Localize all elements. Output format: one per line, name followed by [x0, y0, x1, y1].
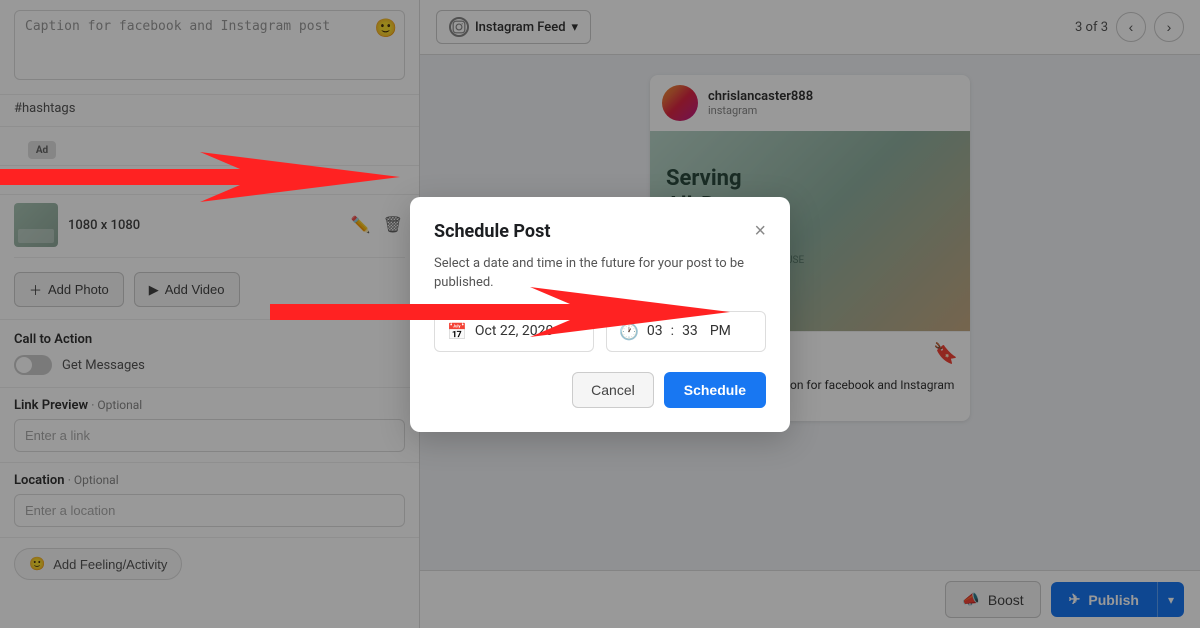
modal-header: Schedule Post × — [434, 221, 766, 242]
modal-title: Schedule Post — [434, 221, 550, 242]
time-separator: : — [671, 323, 674, 339]
clock-icon: 🕐 — [619, 322, 639, 341]
schedule-post-modal: Schedule Post × Select a date and time i… — [410, 197, 790, 432]
date-value: Oct 22, 2020 — [475, 323, 553, 339]
calendar-icon: 📅 — [447, 322, 467, 341]
schedule-button[interactable]: Schedule — [664, 372, 766, 408]
modal-fields: 📅 Oct 22, 2020 🕐 03 : 33 PM — [434, 311, 766, 352]
date-picker[interactable]: 📅 Oct 22, 2020 — [434, 311, 594, 352]
modal-footer: Cancel Schedule — [434, 372, 766, 408]
modal-description: Select a date and time in the future for… — [434, 254, 766, 293]
time-picker[interactable]: 🕐 03 : 33 PM — [606, 311, 766, 352]
cancel-button[interactable]: Cancel — [572, 372, 654, 408]
modal-overlay[interactable]: Schedule Post × Select a date and time i… — [0, 0, 1200, 628]
modal-close-button[interactable]: × — [754, 221, 766, 241]
time-minutes: 33 — [682, 323, 698, 339]
time-period: PM — [710, 323, 731, 339]
time-hours: 03 — [647, 323, 663, 339]
